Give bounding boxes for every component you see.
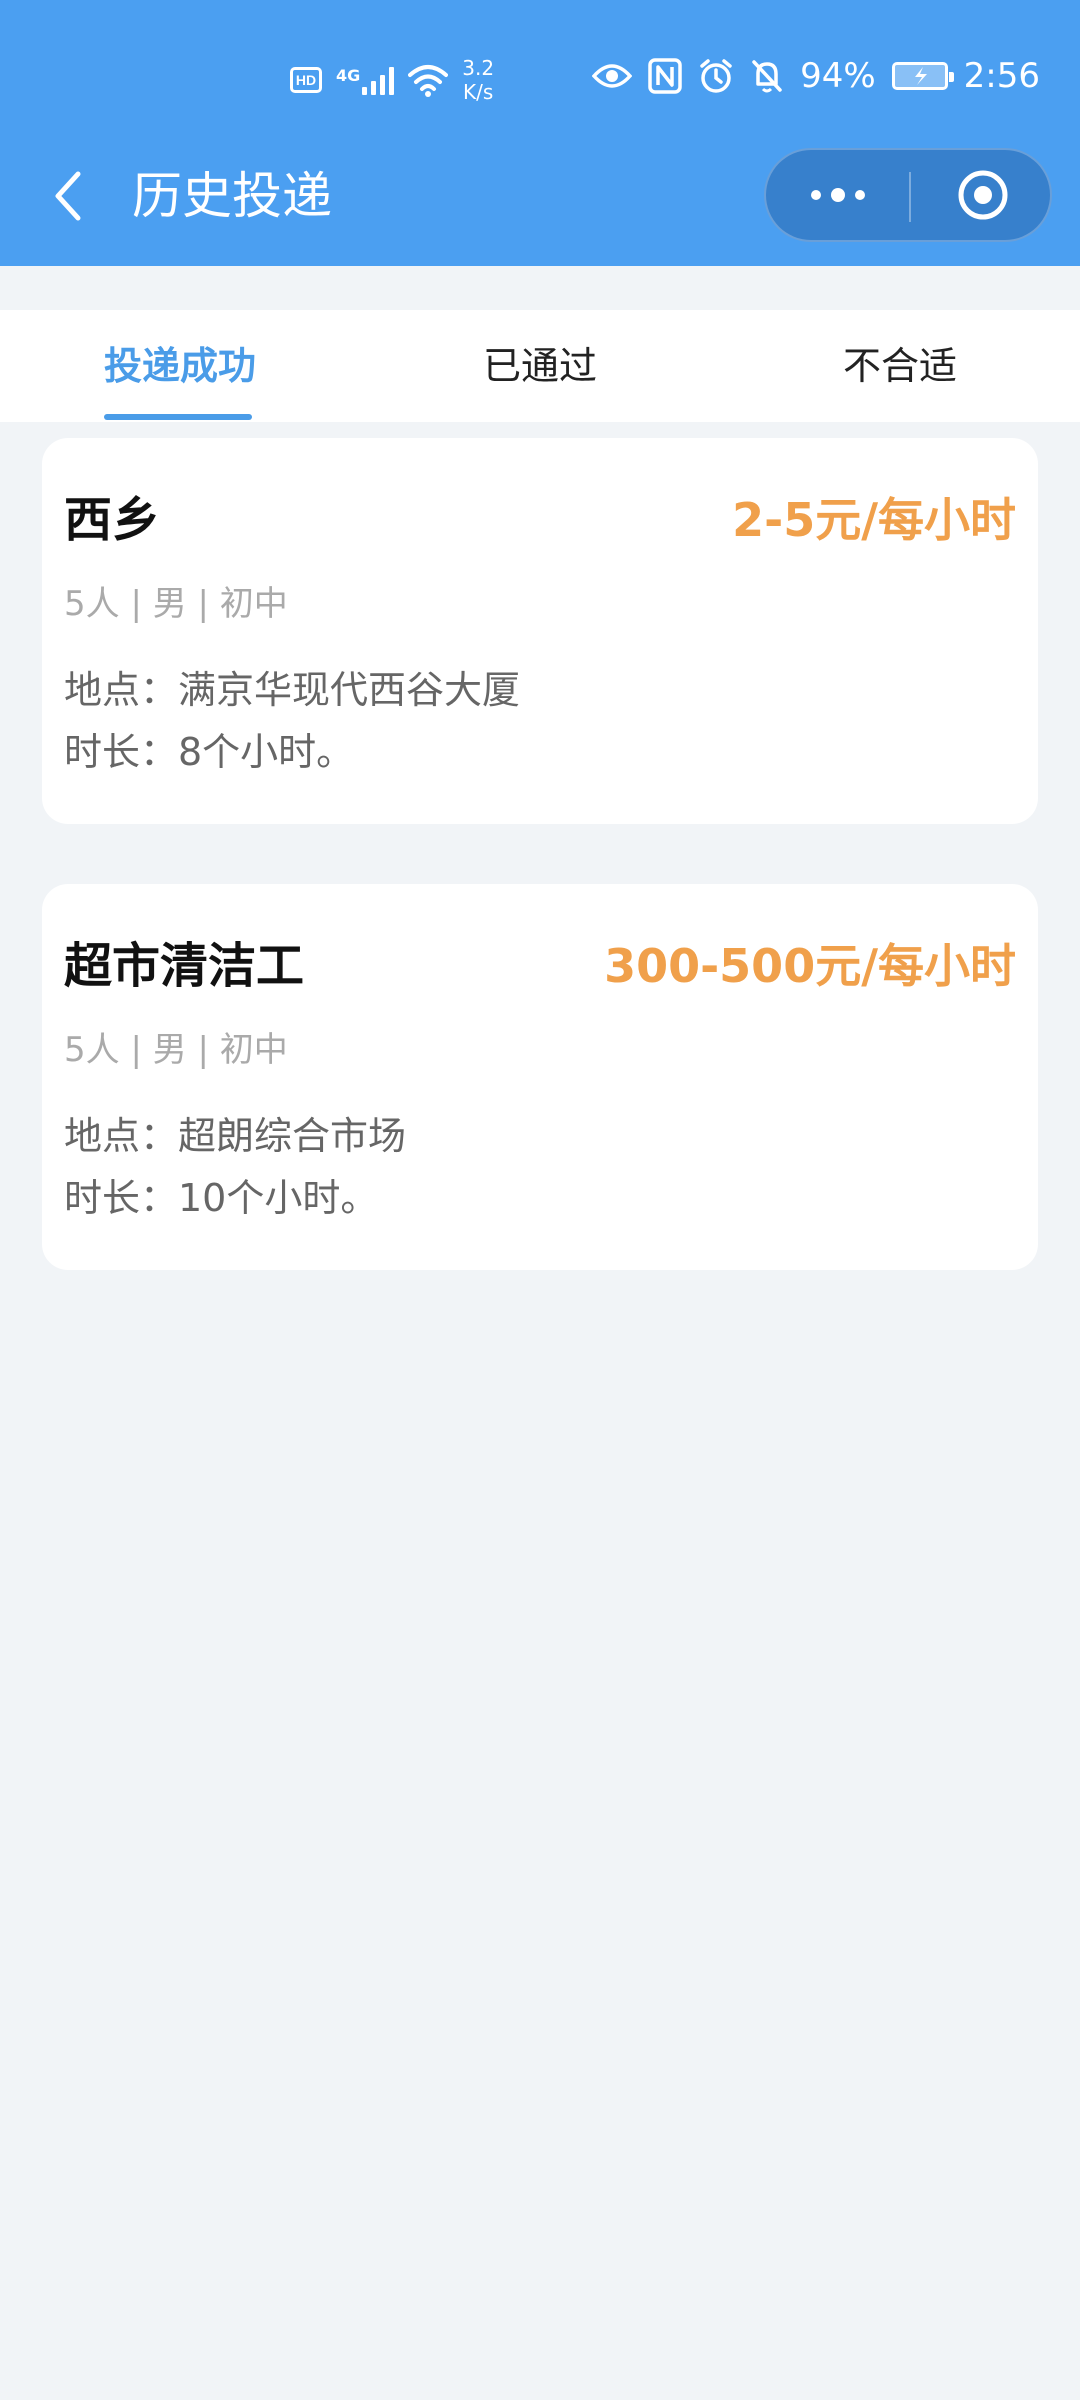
tab-unsuitable[interactable]: 不合适 [720, 310, 1080, 422]
job-card[interactable]: 超市清洁工 300-500元/每小时 5人 | 男 | 初中 地点：超朗综合市场… [42, 884, 1038, 1270]
signal-group: 4G [336, 65, 395, 95]
job-title: 西乡 [64, 492, 161, 548]
capsule-divider [909, 172, 911, 222]
job-salary: 2-5元/每小时 [732, 493, 1016, 547]
hd-icon: HD [290, 67, 322, 93]
battery-icon [891, 62, 954, 90]
close-target-icon[interactable] [956, 168, 1010, 222]
header: HD 4G 3.2 K/s 94% 2:56 历史投递 [0, 0, 1080, 266]
job-title: 超市清洁工 [64, 938, 305, 994]
battery-percent: 94% [800, 56, 876, 96]
job-card[interactable]: 西乡 2-5元/每小时 5人 | 男 | 初中 地点：满京华现代西谷大厦 时长：… [42, 438, 1038, 824]
job-tags: 5人 | 男 | 初中 [64, 584, 288, 624]
back-arrow-icon[interactable] [40, 166, 100, 226]
job-location: 地点：满京华现代西谷大厦 [64, 668, 521, 712]
mini-program-capsule [764, 148, 1052, 242]
job-salary: 300-500元/每小时 [604, 939, 1016, 993]
job-tags: 5人 | 男 | 初中 [64, 1030, 288, 1070]
job-duration: 时长：8个小时。 [64, 730, 355, 774]
nfc-icon [648, 58, 682, 94]
status-right: 94% 2:56 [592, 56, 1040, 96]
eye-icon [592, 64, 633, 88]
speed-unit: K/s [463, 80, 494, 104]
network-type-label: 4G [336, 66, 361, 85]
more-icon[interactable] [766, 150, 909, 240]
tab-delivered[interactable]: 投递成功 [0, 310, 360, 422]
nav-bar: 历史投递 [0, 148, 1080, 266]
tab-passed[interactable]: 已通过 [360, 310, 720, 422]
job-duration: 时长：10个小时。 [64, 1176, 379, 1220]
signal-icon [362, 65, 395, 95]
network-speed: 3.2 K/s [462, 56, 494, 104]
active-tab-indicator [104, 414, 252, 420]
speed-value: 3.2 [462, 56, 495, 80]
clock: 2:56 [963, 56, 1040, 96]
status-left: HD 4G 3.2 K/s [290, 56, 494, 104]
wifi-icon [408, 65, 449, 97]
job-location: 地点：超朗综合市场 [64, 1114, 407, 1158]
status-bar: HD 4G 3.2 K/s 94% 2:56 [0, 0, 1080, 150]
alarm-icon [700, 59, 732, 93]
tab-bar: 投递成功 已通过 不合适 [0, 310, 1080, 422]
page-title: 历史投递 [132, 167, 332, 225]
bell-off-icon [752, 60, 782, 93]
